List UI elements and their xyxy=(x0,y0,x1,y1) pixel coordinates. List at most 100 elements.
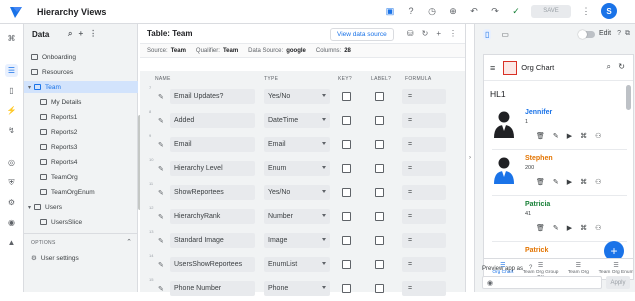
column-type-select[interactable]: EnumList xyxy=(264,257,330,272)
calendar-icon[interactable]: ▣ xyxy=(384,5,396,17)
play-icon[interactable]: ▶ xyxy=(567,178,572,186)
refresh-icon[interactable]: ↻ xyxy=(422,29,429,38)
org-tree-icon[interactable]: ⚇ xyxy=(595,132,601,140)
tree-item-my-details[interactable]: My Details xyxy=(40,96,81,108)
key-checkbox[interactable] xyxy=(342,188,351,197)
label-checkbox[interactable] xyxy=(375,188,384,197)
help-icon[interactable]: ? xyxy=(617,30,621,38)
column-type-select[interactable]: Image xyxy=(264,233,330,248)
column-type-select[interactable]: Number xyxy=(264,209,330,224)
regenerate-icon[interactable]: ⛁ xyxy=(407,29,414,38)
collapse-preview-handle[interactable]: › xyxy=(465,24,475,292)
formula-field[interactable]: = xyxy=(402,185,446,200)
tree-item-teamorg[interactable]: TeamOrg xyxy=(40,171,78,183)
column-name-field[interactable]: Email xyxy=(170,137,255,152)
edit-column-icon[interactable]: ✎ xyxy=(158,213,164,221)
edit-icon[interactable]: ✎ xyxy=(553,178,559,186)
save-button[interactable]: SAVE xyxy=(531,4,571,18)
play-icon[interactable]: ▶ xyxy=(567,132,572,140)
tablet-icon[interactable]: ▭ xyxy=(501,30,509,39)
column-type-select[interactable]: Yes/No xyxy=(264,185,330,200)
help-icon[interactable]: ? xyxy=(529,265,532,271)
appsheet-logo[interactable] xyxy=(9,5,23,19)
more-vert-icon[interactable]: ⋮ xyxy=(449,29,457,38)
security-icon[interactable]: ⛨ xyxy=(5,176,18,189)
tree-item-reports1[interactable]: Reports1 xyxy=(40,111,77,123)
edit-column-icon[interactable]: ✎ xyxy=(158,189,164,197)
key-checkbox[interactable] xyxy=(342,212,351,221)
key-checkbox[interactable] xyxy=(342,140,351,149)
add-icon[interactable]: + xyxy=(78,29,83,39)
formula-field[interactable]: = xyxy=(402,113,446,128)
redo-icon[interactable]: ↷ xyxy=(489,5,501,17)
edit-icon[interactable]: ✎ xyxy=(553,224,559,232)
connections-icon[interactable]: ⌘ xyxy=(5,32,18,45)
column-name-field[interactable]: Standard Image xyxy=(170,233,255,248)
edit-column-icon[interactable]: ✎ xyxy=(158,141,164,149)
avatar[interactable]: S xyxy=(601,3,617,19)
search-icon[interactable]: ⌕ xyxy=(607,62,611,72)
formula-field[interactable]: = xyxy=(402,161,446,176)
key-checkbox[interactable] xyxy=(342,236,351,245)
delete-icon[interactable]: 🗑 xyxy=(536,132,545,140)
edit-column-icon[interactable]: ✎ xyxy=(158,165,164,173)
edit-toggle[interactable] xyxy=(578,30,595,39)
chevron-up-icon[interactable]: ⌃ xyxy=(126,238,132,246)
intelligence-icon[interactable]: ◎ xyxy=(5,156,18,169)
hierarchy-icon[interactable]: ⌘ xyxy=(580,224,587,232)
column-name-field[interactable]: Phone Number xyxy=(170,281,255,296)
views-icon[interactable]: ▯ xyxy=(5,84,18,97)
hierarchy-icon[interactable]: ⌘ xyxy=(580,132,587,140)
undo-icon[interactable]: ↶ xyxy=(468,5,480,17)
menu-icon[interactable]: ≡ xyxy=(490,63,495,73)
preview-icon[interactable]: ◷ xyxy=(426,5,438,17)
open-external-icon[interactable]: ⧉ xyxy=(625,30,630,38)
label-checkbox[interactable] xyxy=(375,212,384,221)
formula-field[interactable]: = xyxy=(402,209,446,224)
label-checkbox[interactable] xyxy=(375,236,384,245)
edit-column-icon[interactable]: ✎ xyxy=(158,117,164,125)
column-name-field[interactable]: HierarchyRank xyxy=(170,209,255,224)
search-icon[interactable]: ⌕ xyxy=(68,29,72,39)
help-icon[interactable]: ? xyxy=(405,5,417,17)
tree-item-teamorgenum[interactable]: TeamOrgEnum xyxy=(40,186,95,198)
edit-column-icon[interactable]: ✎ xyxy=(158,237,164,245)
add-column-icon[interactable]: + xyxy=(436,29,441,38)
formula-field[interactable]: = xyxy=(402,137,446,152)
apply-button[interactable]: Apply xyxy=(606,276,630,289)
preview-as-input[interactable]: ◉ xyxy=(482,276,602,289)
actions-icon[interactable]: ⚡ xyxy=(5,104,18,117)
view-data-source-button[interactable]: View data source xyxy=(330,28,394,41)
key-checkbox[interactable] xyxy=(342,92,351,101)
delete-icon[interactable]: 🗑 xyxy=(536,178,545,186)
label-checkbox[interactable] xyxy=(375,260,384,269)
manage-icon[interactable]: ◉ xyxy=(5,216,18,229)
refresh-icon[interactable]: ↻ xyxy=(618,62,625,71)
key-checkbox[interactable] xyxy=(342,164,351,173)
column-name-field[interactable]: ShowReportees xyxy=(170,185,255,200)
tree-item-resources[interactable]: Resources xyxy=(31,66,73,78)
user-settings-item[interactable]: ⚙ User settings xyxy=(24,246,138,263)
column-type-select[interactable]: DateTime xyxy=(264,113,330,128)
label-checkbox[interactable] xyxy=(375,164,384,173)
automation-icon[interactable]: ↯ xyxy=(5,124,18,137)
column-type-select[interactable]: Enum xyxy=(264,161,330,176)
label-checkbox[interactable] xyxy=(375,116,384,125)
edit-column-icon[interactable]: ✎ xyxy=(158,261,164,269)
tree-item-usersslice[interactable]: UsersSlice xyxy=(40,216,82,228)
column-name-field[interactable]: Added xyxy=(170,113,255,128)
delete-icon[interactable]: 🗑 xyxy=(536,224,545,232)
column-type-select[interactable]: Yes/No xyxy=(264,89,330,104)
tree-item-users[interactable]: ▾ Users xyxy=(28,201,62,213)
add-user-icon[interactable]: ⊕ xyxy=(447,5,459,17)
org-tree-icon[interactable]: ⚇ xyxy=(595,178,601,186)
tree-item-onboarding[interactable]: Onboarding xyxy=(31,51,76,63)
edit-column-icon[interactable]: ✎ xyxy=(158,93,164,101)
column-type-select[interactable]: Email xyxy=(264,137,330,152)
tree-item-reports4[interactable]: Reports4 xyxy=(40,156,77,168)
formula-field[interactable]: = xyxy=(402,281,446,296)
tree-item-reports3[interactable]: Reports3 xyxy=(40,141,77,153)
tree-item-team[interactable]: ▾ Team xyxy=(24,81,138,93)
more-vert-icon[interactable]: ⋮ xyxy=(89,29,97,39)
tree-item-reports2[interactable]: Reports2 xyxy=(40,126,77,138)
